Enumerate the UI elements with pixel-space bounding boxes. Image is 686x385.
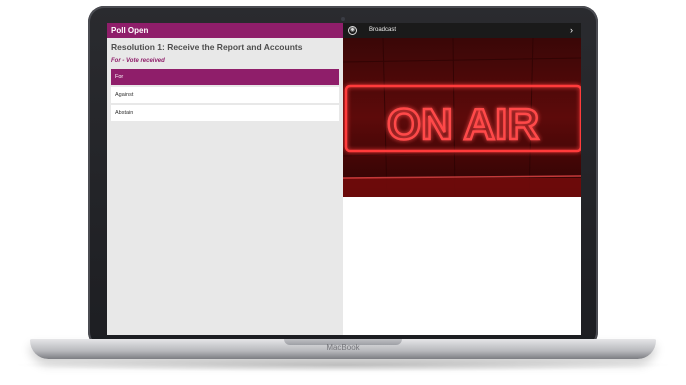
vote-status: For - Vote received <box>111 58 165 64</box>
resolution-title: Resolution 1: Receive the Report and Acc… <box>111 42 303 52</box>
on-air-sign-image: ON AIR <box>343 38 581 197</box>
on-air-sign-text: ON AIR <box>387 100 539 149</box>
laptop-brand: MacBook <box>326 343 360 352</box>
chevron-right-icon[interactable]: › <box>570 23 573 38</box>
broadcast-label: Broadcast <box>369 27 397 33</box>
vote-option-for[interactable]: For <box>111 69 339 85</box>
broadcast-video[interactable]: ON AIR <box>343 38 581 197</box>
base-shadow <box>10 358 676 372</box>
laptop-screen: Poll Open Resolution 1: Receive the Repo… <box>107 23 581 335</box>
camera-icon <box>341 17 345 21</box>
poll-header: Poll Open <box>107 23 343 38</box>
broadcast-bar[interactable]: ◉ Broadcast › <box>343 23 581 38</box>
vote-options: For Against Abstain <box>111 69 339 123</box>
broadcast-icon[interactable]: ◉ <box>348 26 357 35</box>
poll-panel: Poll Open Resolution 1: Receive the Repo… <box>107 23 343 335</box>
vote-option-abstain[interactable]: Abstain <box>111 105 339 121</box>
broadcast-panel: ◉ Broadcast › ON AIR <box>343 23 581 335</box>
vote-option-against[interactable]: Against <box>111 87 339 103</box>
